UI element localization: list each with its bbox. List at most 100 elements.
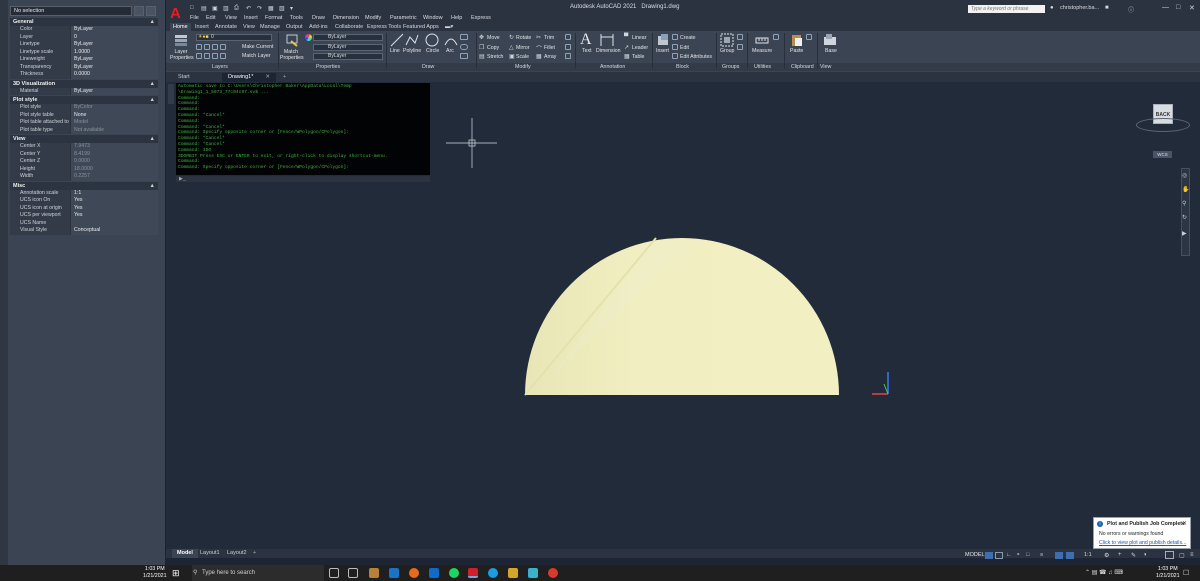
layer-properties-icon[interactable]: [174, 33, 188, 47]
edit-attributes-icon[interactable]: [672, 53, 678, 59]
ribbon-tab[interactable]: View: [240, 23, 258, 31]
minimize-icon[interactable]: —: [1162, 4, 1169, 11]
circle-button[interactable]: Circle: [426, 48, 439, 54]
circle-icon[interactable]: [425, 33, 439, 47]
ribbon-panel-label[interactable]: Draw: [422, 63, 434, 71]
toggle-pickadd-icon[interactable]: [134, 6, 144, 16]
dimension-icon[interactable]: [600, 33, 614, 47]
viewcube-compass-ring[interactable]: [1136, 118, 1190, 132]
ribbon-panel-label[interactable]: Layers: [212, 63, 228, 71]
property-row[interactable]: Transparency ByLayer: [10, 63, 158, 71]
orbit-icon[interactable]: ↻: [1182, 214, 1187, 221]
notification-close-icon[interactable]: ✕: [1182, 520, 1187, 527]
arc-icon[interactable]: [444, 33, 458, 47]
plot-status-icon[interactable]: [1165, 551, 1174, 559]
layer-tool-icon[interactable]: [196, 44, 202, 50]
stretch-button[interactable]: Stretch: [487, 54, 503, 60]
collapse-icon[interactable]: ▲: [150, 136, 155, 142]
property-value[interactable]: ByLayer: [70, 41, 158, 49]
new-tab-icon[interactable]: +: [277, 73, 292, 82]
cortana-icon[interactable]: [329, 568, 339, 578]
quick-access-icon[interactable]: ▥: [223, 5, 229, 12]
plot-complete-notification[interactable]: i Plot and Publish Job Complete ✕ No err…: [1093, 517, 1191, 549]
ungroup-icon[interactable]: [737, 34, 743, 40]
menu-item[interactable]: Parametric: [390, 15, 417, 21]
app-icon[interactable]: [528, 568, 538, 578]
menu-item[interactable]: Draw: [312, 15, 325, 21]
quick-access-icon[interactable]: ↷: [257, 5, 262, 12]
layer-tool-icon[interactable]: [204, 44, 210, 50]
property-value[interactable]: ByColor: [70, 104, 158, 112]
base-view-icon[interactable]: [823, 33, 837, 47]
property-row[interactable]: Linetype scale 1.0000: [10, 48, 158, 56]
erase-icon[interactable]: [565, 34, 571, 40]
make-current-button[interactable]: Make Current: [242, 44, 273, 50]
ribbon-tab[interactable]: Output: [283, 23, 306, 31]
wcs-menu[interactable]: WCS: [1153, 151, 1172, 158]
quick-access-icon[interactable]: ▾: [290, 5, 293, 12]
annotation-monitor-icon[interactable]: +: [1118, 552, 1122, 558]
property-row[interactable]: Plot table type Not available: [10, 126, 158, 134]
user-name[interactable]: christopher.ba...: [1060, 5, 1099, 11]
quick-access-icon[interactable]: ▦: [268, 5, 274, 12]
ribbon-tab[interactable]: Home: [170, 23, 191, 31]
autocad-logo-icon[interactable]: A: [170, 5, 184, 22]
annotation-visibility-icon[interactable]: [1055, 552, 1063, 559]
property-value[interactable]: Yes: [70, 197, 158, 205]
property-row[interactable]: UCS Name: [10, 219, 158, 227]
collapse-icon[interactable]: ▲: [150, 81, 155, 87]
app-icon[interactable]: [508, 568, 518, 578]
property-value[interactable]: Model: [70, 119, 158, 127]
quick-access-icon[interactable]: ⎙: [234, 5, 239, 12]
tray-icons[interactable]: ⌃ ▤ ☎ ♫ ⌨: [1085, 569, 1123, 576]
property-value[interactable]: 7.9473: [70, 143, 158, 151]
create-block-icon[interactable]: [672, 34, 678, 40]
polyline-button[interactable]: Polyline: [403, 48, 421, 54]
ribbon-panel-label[interactable]: Properties: [316, 63, 340, 71]
section-header[interactable]: 3D Visualization ▲: [10, 79, 158, 88]
workspace-gear-icon[interactable]: ⚙: [1104, 552, 1109, 559]
task-view-icon[interactable]: [348, 568, 358, 578]
property-value[interactable]: 1:1: [70, 189, 158, 197]
property-row[interactable]: Color ByLayer: [10, 26, 158, 34]
polar-icon[interactable]: ⚬: [1016, 552, 1021, 558]
windows-start-icon[interactable]: ⊞: [172, 568, 180, 579]
measure-button[interactable]: Measure: [752, 48, 772, 54]
layer-tool-icon[interactable]: [220, 44, 226, 50]
property-value[interactable]: 1.0000: [70, 48, 158, 56]
menu-item[interactable]: Dimension: [333, 15, 359, 21]
line-button[interactable]: Line: [390, 48, 400, 54]
property-row[interactable]: Plot table attached to Model: [10, 119, 158, 127]
insert-button[interactable]: Insert: [656, 48, 669, 54]
color-dropdown[interactable]: ByLayer: [313, 34, 383, 41]
outlook-icon[interactable]: [429, 568, 439, 578]
ribbon-panel-label[interactable]: View: [820, 63, 831, 71]
menu-item[interactable]: Tools: [290, 15, 303, 21]
notification-link[interactable]: Click to view plot and publish details..…: [1099, 540, 1186, 546]
quick-access-icon[interactable]: □: [190, 5, 194, 11]
property-value[interactable]: 0.0000: [70, 158, 158, 166]
snap-toggle-icon[interactable]: [995, 552, 1003, 559]
property-row[interactable]: Lineweight ByLayer: [10, 56, 158, 64]
ribbon-tab[interactable]: Featured Apps: [400, 23, 442, 31]
scale-button[interactable]: Scale: [516, 54, 529, 60]
insert-block-icon[interactable]: [656, 33, 670, 47]
app-icon[interactable]: [548, 568, 558, 578]
layer-tool-icon[interactable]: [196, 53, 202, 59]
user-icon[interactable]: ●: [1050, 5, 1054, 11]
model-space-toggle[interactable]: MODEL: [965, 552, 985, 558]
property-row[interactable]: Linetype ByLayer: [10, 41, 158, 49]
menu-item[interactable]: Window: [423, 15, 443, 21]
edge-icon[interactable]: [488, 568, 498, 578]
ribbon-tab[interactable]: Collaborate: [332, 23, 366, 31]
ribbon-panel-label[interactable]: Groups: [722, 63, 739, 71]
group-icon[interactable]: [720, 33, 734, 47]
group-edit-icon[interactable]: [737, 44, 743, 50]
copy-clip-icon[interactable]: [806, 34, 812, 40]
layer-tool-icon[interactable]: [212, 44, 218, 50]
paste-icon[interactable]: [790, 33, 804, 47]
property-row[interactable]: Thickness 0.0000: [10, 71, 158, 79]
ribbon-panel-label[interactable]: Clipboard: [791, 63, 814, 71]
property-row[interactable]: Center Y 8.4199: [10, 150, 158, 158]
tab-layout1[interactable]: Layout1: [195, 549, 225, 558]
